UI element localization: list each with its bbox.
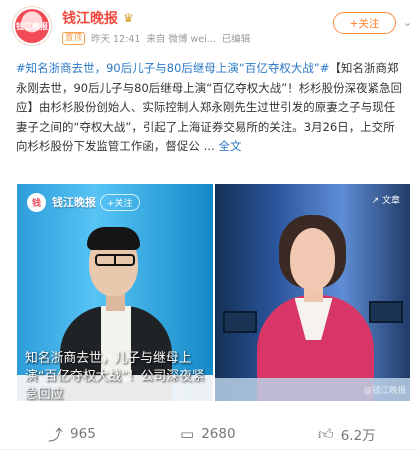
repost-count: 965 bbox=[70, 426, 96, 442]
glasses-icon bbox=[95, 254, 135, 266]
full-text-link[interactable]: 全文 bbox=[218, 139, 241, 153]
edited-label: 已编辑 bbox=[221, 34, 251, 45]
comment-icon: ▭ bbox=[180, 425, 195, 443]
man-neck bbox=[106, 294, 125, 311]
like-button[interactable]: 👍︎ 6.2万 bbox=[318, 424, 376, 445]
follow-button[interactable]: +关注 bbox=[333, 12, 396, 34]
studio-monitor bbox=[368, 301, 403, 323]
news-video-thumbnail-left[interactable]: 钱 钱江晚报 +关注 知名浙商去世，儿子与继母上演“百亿夺权大战”！公司深夜紧急… bbox=[17, 184, 213, 401]
article-label: 文章 bbox=[381, 196, 400, 206]
comment-count: 2680 bbox=[201, 426, 236, 442]
top-badge: 置顶 bbox=[62, 31, 86, 45]
article-tag: ↗ 文章 bbox=[372, 193, 400, 206]
avatar[interactable]: 钱江晚报 bbox=[12, 6, 52, 46]
post-source: 来自 微博 wei... bbox=[146, 34, 216, 45]
post-text: #知名浙商去世，90后儿子与80后继母上演“百亿夺权大战”#【知名浙商郑永刚去世… bbox=[16, 59, 406, 157]
news-caption: 知名浙商去世，儿子与继母上演“百亿夺权大战”！公司深夜紧急回应 bbox=[25, 351, 205, 401]
channel-logo-icon: 钱 bbox=[27, 193, 46, 212]
bottom-divider bbox=[0, 449, 417, 450]
hashtag-link[interactable]: #知名浙商去世，90后儿子与80后继母上演“百亿夺权大战”# bbox=[16, 61, 329, 75]
like-icon: 👍︎ bbox=[318, 424, 334, 443]
crown-icon: ♛ bbox=[123, 11, 134, 25]
anchor-face bbox=[289, 228, 335, 290]
video-channel-name: 钱江晚报 bbox=[52, 196, 96, 209]
news-video-thumbnail-right[interactable]: ↗ 文章 @钱江晚报 bbox=[214, 184, 410, 401]
article-icon: ↗ bbox=[371, 196, 380, 206]
avatar-logo: 钱江晚报 bbox=[15, 9, 49, 43]
more-icon[interactable]: ⌄ bbox=[403, 16, 412, 29]
post-header: 钱江晚报 钱江晚报 ♛ 置顶 昨天 12:41 来自 微博 wei... 已编辑… bbox=[0, 0, 417, 56]
post-meta: 置顶 昨天 12:41 来自 微博 wei... 已编辑 bbox=[62, 31, 250, 45]
avatar-label: 钱江晚报 bbox=[16, 21, 48, 31]
repost-button[interactable]: ⤴ 965 bbox=[48, 424, 96, 445]
media-gallery: 钱 钱江晚报 +关注 知名浙商去世，儿子与继母上演“百亿夺权大战”！公司深夜紧急… bbox=[17, 184, 410, 401]
man-hair bbox=[87, 227, 140, 250]
like-count: 6.2万 bbox=[340, 428, 376, 444]
watermark: @钱江晚报 bbox=[363, 386, 406, 396]
post-actions: ⤴ 965 ▭ 2680 👍︎ 6.2万 bbox=[0, 423, 417, 445]
repost-icon: ⤴ bbox=[48, 425, 64, 444]
studio-monitor bbox=[222, 311, 257, 333]
video-follow-button[interactable]: +关注 bbox=[100, 194, 140, 211]
account-name-row: 钱江晚报 ♛ bbox=[62, 8, 134, 28]
account-name[interactable]: 钱江晚报 bbox=[62, 8, 118, 28]
comment-button[interactable]: ▭ 2680 bbox=[180, 425, 236, 443]
post-time: 昨天 12:41 bbox=[91, 34, 141, 45]
